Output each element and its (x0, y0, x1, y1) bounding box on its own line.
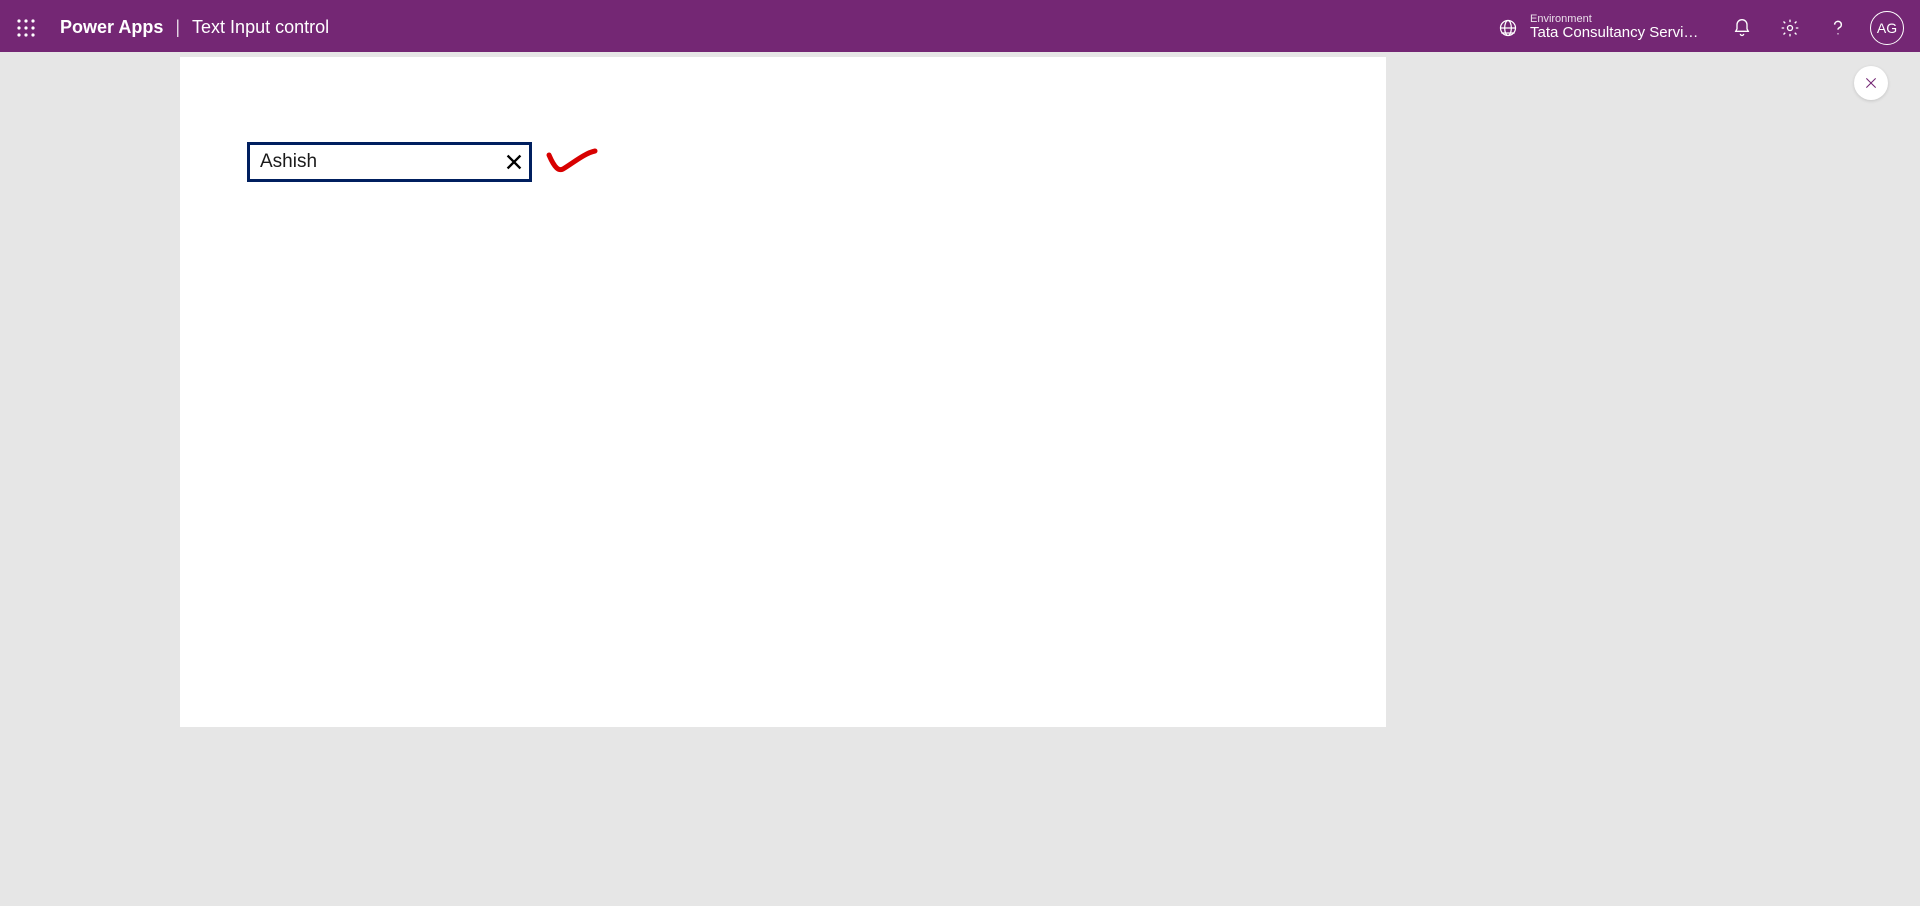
header-left: Power Apps | Text Input control (10, 12, 329, 44)
annotation-checkmark (545, 147, 600, 177)
content-area (0, 52, 1920, 906)
notifications-button[interactable] (1722, 8, 1762, 48)
close-icon (1863, 75, 1879, 91)
user-initials: AG (1877, 20, 1897, 36)
page-title: Text Input control (192, 17, 329, 38)
text-input-field[interactable] (260, 151, 505, 173)
title-separator: | (175, 17, 180, 38)
app-title-block: Power Apps | Text Input control (60, 17, 329, 38)
environment-text: Environment Tata Consultancy Servic... (1530, 13, 1700, 42)
app-name[interactable]: Power Apps (60, 17, 163, 38)
app-launcher-button[interactable] (10, 12, 42, 44)
bell-icon (1732, 18, 1752, 38)
text-input-control[interactable] (247, 142, 532, 182)
question-icon (1828, 18, 1848, 38)
x-icon (503, 151, 525, 173)
globe-icon (1498, 18, 1518, 38)
environment-label: Environment (1530, 13, 1700, 25)
user-avatar[interactable]: AG (1870, 11, 1904, 45)
settings-button[interactable] (1770, 8, 1810, 48)
app-canvas (180, 57, 1386, 727)
help-button[interactable] (1818, 8, 1858, 48)
app-header: Power Apps | Text Input control Environm… (0, 3, 1920, 52)
gear-icon (1780, 18, 1800, 38)
environment-name: Tata Consultancy Servic... (1530, 25, 1700, 42)
close-preview-button[interactable] (1854, 66, 1888, 100)
checkmark-icon (545, 147, 600, 177)
waffle-icon (17, 19, 35, 37)
header-right: Environment Tata Consultancy Servic... (1484, 8, 1910, 48)
environment-selector[interactable]: Environment Tata Consultancy Servic... (1484, 13, 1714, 42)
clear-input-button[interactable] (503, 148, 525, 176)
